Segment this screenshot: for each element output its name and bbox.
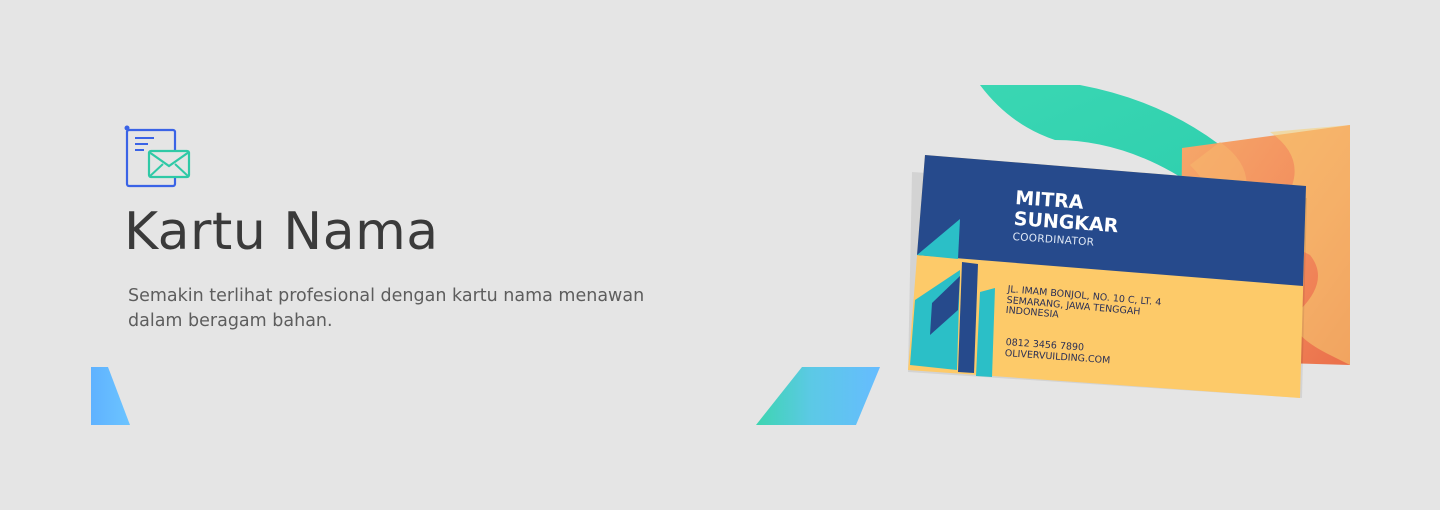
document-envelope-icon: [124, 124, 192, 190]
kartu-nama-banner: Kartu Nama Semakin terlihat profesional …: [0, 0, 1440, 510]
card-name: MITRA SUNGKAR: [1013, 187, 1120, 237]
card-address: JL. IMAM BONJOL, NO. 10 C, LT. 4 SEMARAN…: [1005, 284, 1161, 330]
left-parallelogram-shape: [91, 367, 130, 425]
business-card-text: MITRA SUNGKAR COORDINATOR JL. IMAM BONJO…: [890, 80, 1360, 410]
card-contact: 0812 3456 7890 OLIVERVUILDING.COM: [1004, 337, 1111, 366]
subtitle-line-2: dalam beragam bahan.: [128, 311, 333, 331]
subtitle-line-1: Semakin terlihat profesional dengan kart…: [128, 286, 645, 306]
page-title: Kartu Nama: [124, 202, 439, 262]
page-subtitle: Semakin terlihat profesional dengan kart…: [128, 284, 748, 334]
middle-parallelogram-shape: [756, 367, 880, 425]
business-card-illustration: MITRA SUNGKAR COORDINATOR JL. IMAM BONJO…: [890, 80, 1360, 410]
